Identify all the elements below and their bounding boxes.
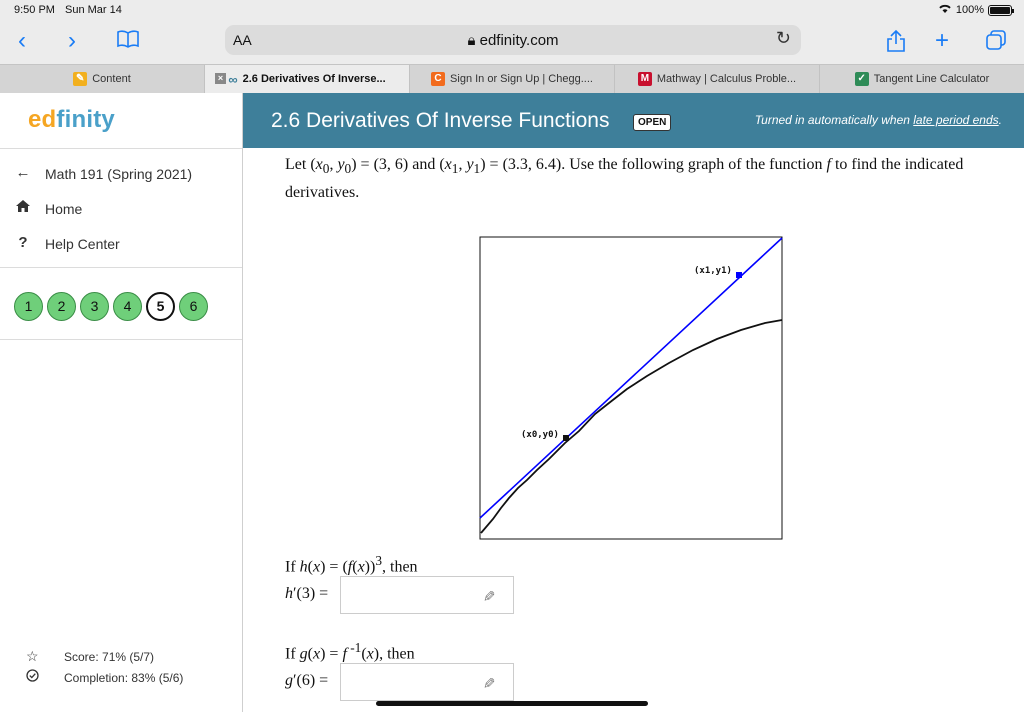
problem-5-button[interactable]: 5 (146, 292, 175, 321)
question-h-prompt: If h(x) = (f(x))3, then (285, 553, 418, 576)
edfinity-logo[interactable]: edfinity (28, 106, 115, 134)
score-stat: ☆ Score: 71% (5/7) (0, 647, 242, 667)
pencil-favicon: ✎ (73, 72, 88, 86)
completion-stat: Completion: 83% (5/6) (0, 668, 242, 688)
sidebar-item-home[interactable]: Home (0, 197, 242, 221)
status-right: 100% (938, 3, 1014, 17)
browser-toolbar: ‹ › AA 🔒︎ edfinity.com ↻ + (0, 20, 1024, 64)
tab-derivatives[interactable]: × ∞ 2.6 Derivatives Of Inverse... (205, 65, 410, 93)
status-badge: OPEN (633, 114, 672, 131)
close-tab-icon[interactable]: × (215, 73, 226, 84)
problem-navigator: 1 2 3 4 5 6 (14, 292, 208, 321)
pencil-icon[interactable]: ✎ (480, 590, 498, 603)
divider (0, 267, 242, 268)
page-title: 2.6 Derivatives Of Inverse Functions (271, 109, 610, 132)
url-field[interactable]: 🔒︎ edfinity.com (225, 32, 801, 49)
sidebar-item-course[interactable]: ← Math 191 (Spring 2021) (0, 162, 242, 186)
question-g-prompt: If g(x) = f -1(x), then (285, 640, 415, 663)
question-icon: ? (18, 234, 28, 251)
score-text: Score: 71% (5/7) (64, 650, 155, 664)
turnin-prefix: Turned in automatically when (754, 113, 914, 127)
logo-finity: finity (56, 106, 115, 133)
divider (0, 148, 242, 149)
edfinity-favicon: ∞ (228, 71, 238, 87)
tab-mathway[interactable]: M Mathway | Calculus Proble... (615, 65, 820, 93)
reload-icon[interactable]: ↻ (776, 28, 791, 49)
back-icon[interactable]: ‹ (8, 28, 36, 56)
problem-6-button[interactable]: 6 (179, 292, 208, 321)
lock-icon: 🔒︎ (467, 32, 480, 49)
mathway-favicon: M (637, 72, 652, 86)
logo-ed: ed (28, 106, 57, 133)
assignment-header: 2.6 Derivatives Of Inverse Functions OPE… (243, 93, 1024, 148)
tab-tangent-calculator[interactable]: ✓ Tangent Line Calculator (820, 65, 1024, 93)
tab-content[interactable]: ✎ Content (0, 65, 205, 93)
chegg-favicon: C (431, 72, 446, 86)
status-bar: 9:50 PM Sun Mar 14 100% (0, 0, 1024, 20)
point-x1-y1-label: (x1,y1) (694, 266, 732, 276)
status-time: 9:50 PM (14, 4, 55, 16)
sidebar-item-help[interactable]: ? Help Center (0, 232, 242, 256)
status-date: Sun Mar 14 (65, 4, 122, 16)
arrow-left-icon: ← (15, 164, 31, 181)
function-graph: (x0,y0) (x1,y1) (479, 236, 783, 540)
tab-label: 2.6 Derivatives Of Inverse... (242, 73, 386, 85)
star-icon: ☆ (26, 648, 39, 664)
point-x0-y0-label: (x0,y0) (521, 430, 559, 440)
tab-label: Tangent Line Calculator (873, 73, 990, 85)
sidebar: edfinity ← Math 191 (Spring 2021) Home ?… (0, 93, 243, 712)
tabs-overview-icon[interactable] (982, 29, 1010, 57)
tab-bar: ✎ Content × ∞ 2.6 Derivatives Of Inverse… (0, 64, 1024, 93)
graph-frame (479, 236, 783, 540)
url-text: edfinity.com (479, 32, 559, 49)
point-x1-y1 (736, 272, 742, 278)
wifi-icon (938, 3, 952, 17)
problem-4-button[interactable]: 4 (113, 292, 142, 321)
tab-label: Sign In or Sign Up | Chegg.... (450, 73, 593, 85)
symbolab-favicon: ✓ (854, 72, 869, 86)
problem-3-button[interactable]: 3 (80, 292, 109, 321)
question-h-label: h′(3) = (285, 585, 329, 602)
tab-label: Mathway | Calculus Proble... (656, 73, 797, 85)
home-indicator[interactable] (376, 701, 648, 706)
problem-1-button[interactable]: 1 (14, 292, 43, 321)
home-icon (14, 199, 32, 217)
problem-statement: Let (x0, y0) = (3, 6) and (x1, y1) = (3.… (285, 156, 964, 202)
question-g-label: g′(6) = (285, 672, 329, 689)
sidebar-item-label: Help Center (45, 236, 120, 252)
battery-percent: 100% (955, 4, 984, 16)
late-period-link[interactable]: late period ends (913, 113, 998, 127)
address-bar[interactable]: AA 🔒︎ edfinity.com ↻ (225, 25, 801, 55)
tab-label: Content (92, 73, 131, 85)
divider (0, 339, 242, 340)
sidebar-item-label: Home (45, 201, 83, 217)
new-tab-icon[interactable]: + (928, 28, 956, 56)
forward-icon[interactable]: › (58, 28, 86, 56)
completion-text: Completion: 83% (5/6) (64, 671, 184, 685)
sidebar-item-label: Math 191 (Spring 2021) (45, 166, 193, 182)
pencil-icon[interactable]: ✎ (480, 677, 498, 690)
share-icon[interactable] (882, 29, 910, 57)
tab-chegg[interactable]: C Sign In or Sign Up | Chegg.... (410, 65, 615, 93)
point-x0-y0 (563, 435, 569, 441)
problem-content: Let (x0, y0) = (3, 6) and (x1, y1) = (3.… (243, 148, 1024, 712)
answer-g-input[interactable]: ✎ (340, 663, 514, 701)
check-circle-icon (26, 669, 39, 685)
bookmarks-icon[interactable] (114, 29, 142, 57)
turnin-suffix: . (998, 113, 1002, 127)
battery-icon (988, 4, 1014, 16)
answer-h-input[interactable]: ✎ (340, 576, 514, 614)
turnin-note: Turned in automatically when late period… (755, 113, 1002, 127)
problem-2-button[interactable]: 2 (47, 292, 76, 321)
